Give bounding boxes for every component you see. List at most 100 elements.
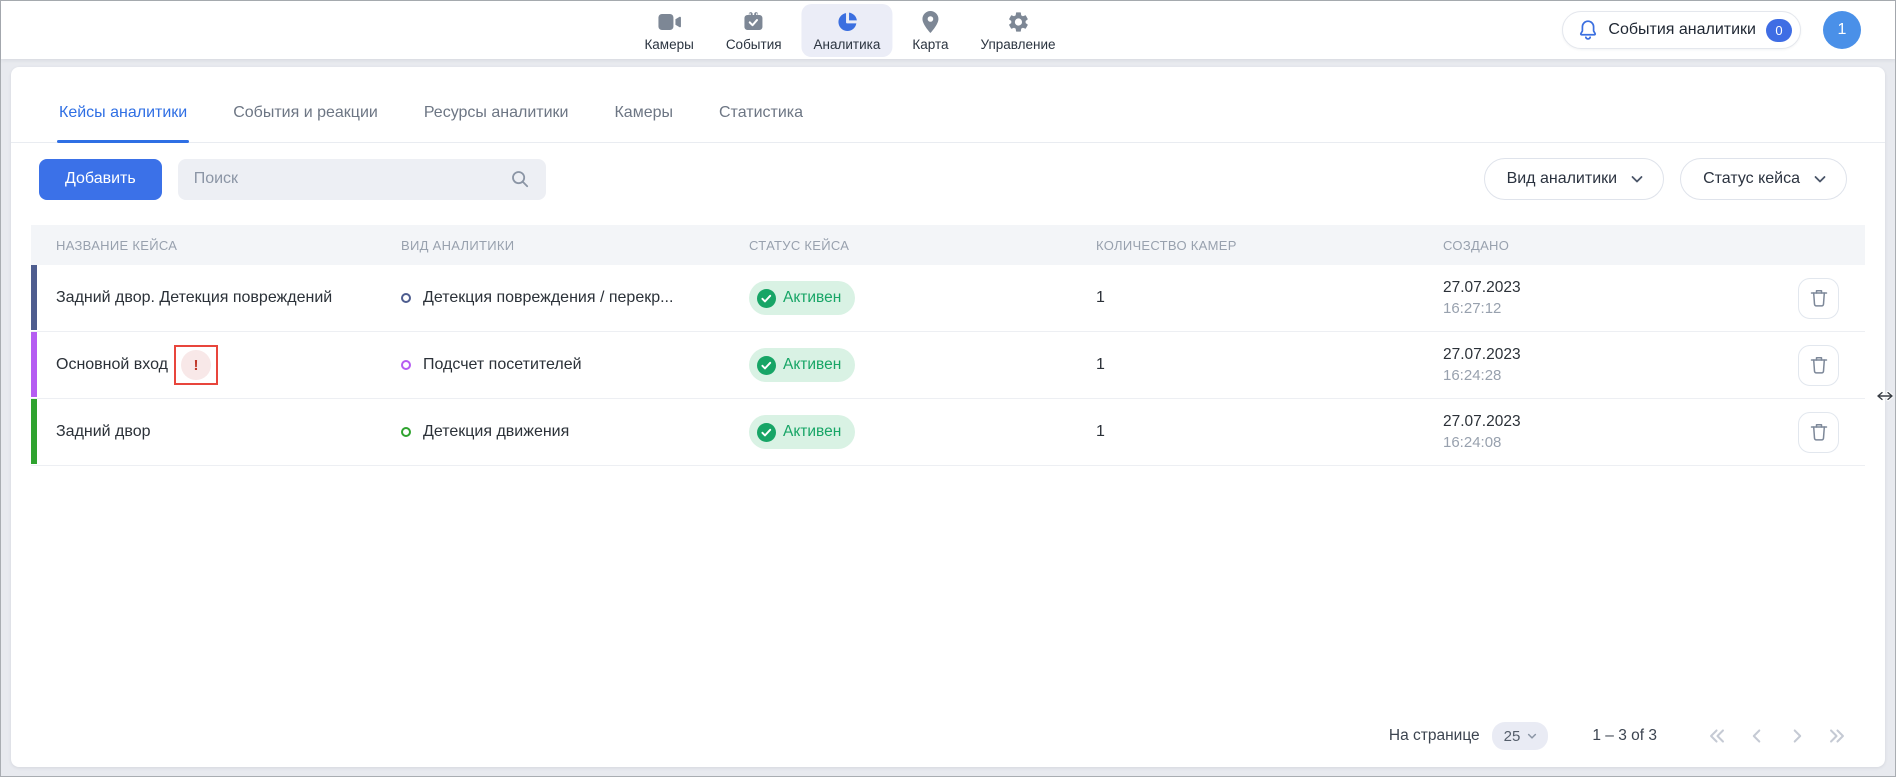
nav-label: Карта [912, 37, 948, 52]
table-row[interactable]: Основной вход ! Подсчет посетителей Акти… [31, 332, 1865, 399]
nav-item-map[interactable]: Карта [900, 4, 960, 57]
trash-icon [1810, 355, 1828, 375]
topbar-right-cluster: События аналитики 0 1 [1562, 1, 1861, 59]
nav-label: Камеры [644, 37, 693, 52]
filters: Вид аналитики Статус кейса [1484, 158, 1847, 200]
nav-label: События [726, 37, 782, 52]
check-circle-icon [757, 289, 776, 308]
section-tabs: Кейсы аналитики События и реакции Ресурс… [11, 67, 1885, 143]
table-header-row: НАЗВАНИЕ КЕЙСА ВИД АНАЛИТИКИ СТАТУС КЕЙС… [31, 225, 1865, 265]
nav-item-events[interactable]: События [714, 4, 794, 57]
pagination-range: 1 – 3 of 3 [1592, 727, 1657, 745]
case-name: Основной вход [56, 356, 168, 374]
analytics-events-button[interactable]: События аналитики 0 [1562, 11, 1801, 49]
column-header-cameras: КОЛИЧЕСТВО КАМЕР [1096, 238, 1443, 253]
analytics-type-ring-icon [401, 360, 411, 370]
chevron-down-icon [1812, 171, 1828, 187]
map-pin-icon [919, 10, 941, 34]
analytics-type: Детекция движения [423, 423, 569, 441]
table-row[interactable]: Задний двор Детекция движения Активен 1 … [31, 399, 1865, 466]
events-icon [742, 10, 766, 34]
tab-cameras[interactable]: Камеры [612, 67, 675, 142]
filter-label: Вид аналитики [1507, 170, 1618, 188]
app-window: { "topbar": { "nav": [ { "label": "Камер… [0, 0, 1896, 777]
error-exclamation-icon[interactable]: ! [181, 350, 211, 380]
search-icon [510, 169, 530, 189]
case-name: Задний двор [56, 423, 151, 441]
delete-case-button[interactable] [1798, 412, 1839, 453]
filter-label: Статус кейса [1703, 170, 1800, 188]
created-date: 27.07.2023 [1443, 277, 1761, 298]
column-header-created: СОЗДАНО [1443, 238, 1761, 253]
nav-label: Управление [981, 37, 1056, 52]
previous-page-button[interactable] [1745, 724, 1769, 748]
pagination-bar: На странице 25 1 – 3 of 3 [11, 709, 1885, 767]
nav-item-cameras[interactable]: Камеры [632, 4, 705, 57]
delete-case-button[interactable] [1798, 278, 1839, 319]
cases-table: НАЗВАНИЕ КЕЙСА ВИД АНАЛИТИКИ СТАТУС КЕЙС… [31, 225, 1865, 466]
toolbar: Добавить Вид аналитики Статус кейса [39, 158, 1847, 200]
status-text: Активен [783, 289, 841, 307]
camera-icon [656, 10, 682, 34]
analytics-type-ring-icon [401, 427, 411, 437]
per-page-value: 25 [1504, 728, 1521, 745]
case-color-stripe [31, 399, 37, 464]
case-color-stripe [31, 265, 37, 330]
status-text: Активен [783, 423, 841, 441]
case-name: Задний двор. Детекция повреждений [56, 289, 332, 307]
events-count-badge: 0 [1766, 19, 1792, 42]
created-date: 27.07.2023 [1443, 344, 1761, 365]
resize-cursor-pointer [1877, 389, 1893, 408]
status-badge: Активен [749, 281, 855, 315]
gear-icon [1006, 10, 1030, 34]
nav-label: Аналитика [814, 37, 881, 52]
created-date: 27.07.2023 [1443, 411, 1761, 432]
per-page-label: На странице [1389, 727, 1480, 745]
trash-icon [1810, 422, 1828, 442]
chevron-down-icon [1526, 730, 1538, 742]
check-circle-icon [757, 423, 776, 442]
top-navigation-bar: Камеры События Аналитика Карта Управлени… [1, 1, 1895, 59]
tab-analytics-cases[interactable]: Кейсы аналитики [57, 67, 189, 142]
created-time: 16:24:28 [1443, 365, 1761, 386]
pager-controls [1705, 724, 1849, 748]
status-badge: Активен [749, 415, 855, 449]
status-badge: Активен [749, 348, 855, 382]
error-annotation-rectangle: ! [174, 345, 218, 385]
cameras-count: 1 [1096, 423, 1443, 441]
filter-analytics-type[interactable]: Вид аналитики [1484, 158, 1665, 200]
filter-case-status[interactable]: Статус кейса [1680, 158, 1847, 200]
check-circle-icon [757, 356, 776, 375]
analytics-page-card: Кейсы аналитики События и реакции Ресурс… [11, 67, 1885, 767]
nav-item-management[interactable]: Управление [969, 4, 1068, 57]
main-nav: Камеры События Аналитика Карта Управлени… [632, 4, 1067, 57]
analytics-type-ring-icon [401, 293, 411, 303]
analytics-type: Подсчет посетителей [423, 356, 582, 374]
next-page-button[interactable] [1785, 724, 1809, 748]
tab-analytics-resources[interactable]: Ресурсы аналитики [422, 67, 571, 142]
status-text: Активен [783, 356, 841, 374]
analytics-type: Детекция повреждения / перекр... [423, 289, 673, 307]
last-page-button[interactable] [1825, 724, 1849, 748]
search-box[interactable] [178, 159, 546, 200]
user-avatar[interactable]: 1 [1823, 11, 1861, 49]
search-input[interactable] [194, 170, 500, 188]
column-header-status: СТАТУС КЕЙСА [749, 238, 1096, 253]
column-header-type: ВИД АНАЛИТИКИ [401, 238, 749, 253]
per-page-select[interactable]: 25 [1492, 722, 1549, 750]
tab-events-reactions[interactable]: События и реакции [231, 67, 380, 142]
trash-icon [1810, 288, 1828, 308]
cameras-count: 1 [1096, 356, 1443, 374]
delete-case-button[interactable] [1798, 345, 1839, 386]
case-color-stripe [31, 332, 37, 397]
table-row[interactable]: Задний двор. Детекция повреждений Детекц… [31, 265, 1865, 332]
created-time: 16:24:08 [1443, 432, 1761, 453]
events-button-label: События аналитики [1608, 21, 1756, 39]
analytics-pie-icon [835, 10, 859, 34]
first-page-button[interactable] [1705, 724, 1729, 748]
add-case-button[interactable]: Добавить [39, 159, 162, 200]
nav-item-analytics[interactable]: Аналитика [802, 4, 893, 57]
tab-statistics[interactable]: Статистика [717, 67, 805, 142]
created-time: 16:27:12 [1443, 298, 1761, 319]
cameras-count: 1 [1096, 289, 1443, 307]
